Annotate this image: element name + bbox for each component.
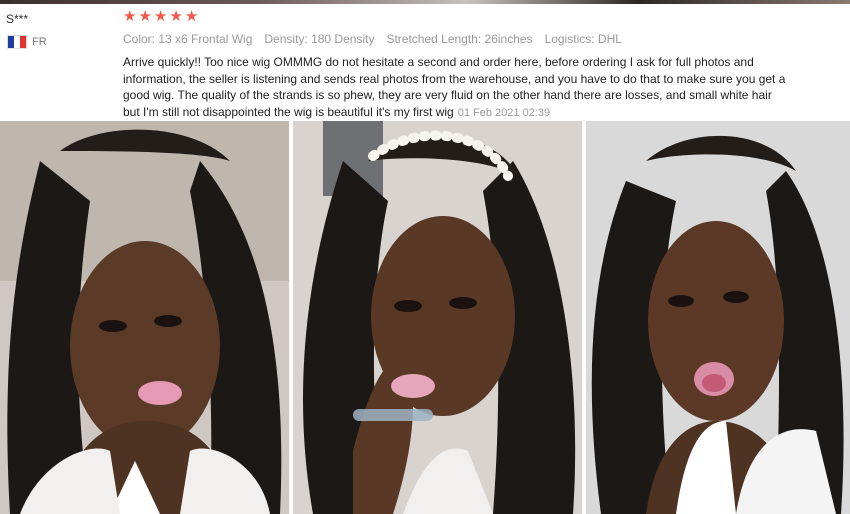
review-body: Arrive quickly!! Too nice wig OMMMG do n… — [123, 54, 791, 121]
rating-stars: ★ ★ ★ ★ ★ — [123, 9, 198, 25]
france-flag-icon — [7, 35, 27, 49]
reviewer-country: FR — [7, 35, 47, 49]
star-icon: ★ — [138, 8, 152, 25]
attr-density: Density: 180 Density — [264, 32, 375, 46]
star-icon: ★ — [184, 8, 199, 25]
star-icon: ★ — [123, 8, 137, 25]
review-text: Arrive quickly!! Too nice wig OMMMG do n… — [123, 55, 786, 119]
review-photo-3[interactable] — [586, 121, 850, 514]
review-card: S*** FR ★ ★ ★ ★ ★ Color: 13 x6 Frontal W… — [0, 4, 850, 120]
star-icon: ★ — [153, 8, 168, 25]
reviewer-name: S*** — [6, 12, 29, 26]
review-photo-2[interactable] — [293, 121, 582, 514]
review-date: 01 Feb 2021 02:39 — [457, 106, 551, 119]
attr-logistics: Logistics: DHL — [544, 32, 622, 46]
product-attributes: Color: 13 x6 Frontal Wig Density: 180 De… — [123, 32, 622, 46]
star-icon: ★ — [169, 8, 183, 25]
attr-length: Stretched Length: 26inches — [386, 32, 533, 46]
review-photo-1[interactable] — [0, 121, 289, 514]
attr-color: Color: 13 x6 Frontal Wig — [123, 32, 253, 46]
review-photos — [0, 121, 850, 514]
country-code: FR — [32, 36, 47, 48]
